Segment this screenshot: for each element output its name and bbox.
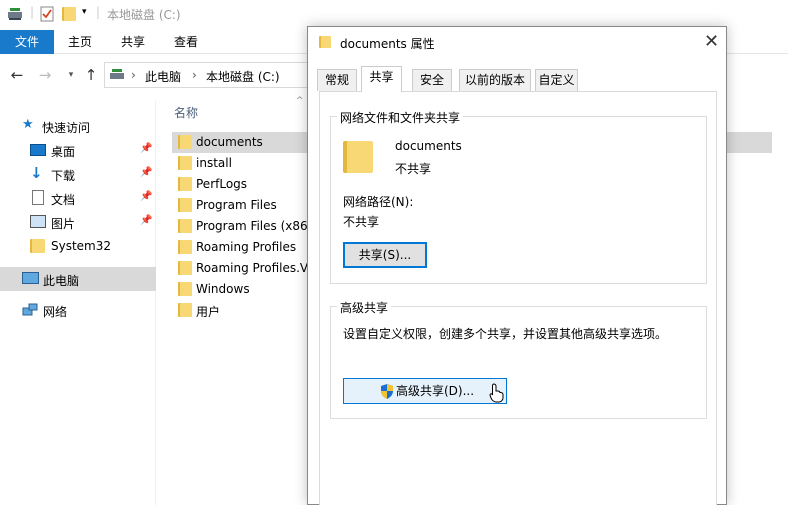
properties-check-icon[interactable] xyxy=(40,6,54,22)
share-status: 不共享 xyxy=(395,162,432,176)
star-icon: ★ xyxy=(22,117,34,132)
drive-icon xyxy=(110,69,124,79)
folder-icon xyxy=(178,240,192,254)
address-bar[interactable]: › 此电脑 › 本地磁盘 (C:) xyxy=(104,62,314,88)
sort-up-chevron-icon[interactable]: ^ xyxy=(296,96,304,106)
nav-item-this-pc[interactable]: 此电脑 xyxy=(0,267,156,291)
pin-icon: 📌 xyxy=(140,167,153,178)
folder-icon xyxy=(343,141,373,173)
advanced-sharing-group: 高级共享 设置自定义权限，创建多个共享，并设置其他高级共享选项。 高级共享(D)… xyxy=(330,299,707,419)
advanced-sharing-button[interactable]: 高级共享(D)... xyxy=(343,378,507,404)
recent-locations-chevron-icon[interactable]: ▾ xyxy=(62,66,80,84)
folder-icon xyxy=(178,303,192,317)
advanced-sharing-button-label: 高级共享(D)... xyxy=(396,384,475,398)
back-arrow-icon[interactable]: ← xyxy=(8,66,26,84)
up-arrow-icon[interactable]: ↑ xyxy=(82,66,100,84)
group-title: 高级共享 xyxy=(337,299,392,316)
pin-icon: 📌 xyxy=(140,143,153,154)
title-separator: | xyxy=(96,5,101,19)
column-header-name[interactable]: 名称 xyxy=(174,104,198,121)
nav-item-desktop[interactable]: 桌面 📌 xyxy=(0,138,156,162)
folder-icon xyxy=(30,239,45,253)
uac-shield-icon xyxy=(381,384,393,399)
download-icon: ↓ xyxy=(30,164,43,182)
forward-arrow-icon[interactable]: → xyxy=(36,66,54,84)
network-icon xyxy=(22,303,38,316)
dialog-title-bar: documents 属性 ✕ xyxy=(308,27,726,57)
breadcrumb-separator-icon: › xyxy=(131,68,136,82)
folder-icon xyxy=(178,156,192,170)
quick-access-separator: | xyxy=(30,5,35,19)
breadcrumb-separator-icon: › xyxy=(192,68,197,82)
advanced-sharing-description: 设置自定义权限，创建多个共享，并设置其他高级共享选项。 xyxy=(343,327,668,341)
nav-item-documents[interactable]: 文档 📌 xyxy=(0,186,156,210)
group-title: 网络文件和文件夹共享 xyxy=(337,109,464,126)
window-title: 本地磁盘 (C:) xyxy=(107,8,181,22)
share-button[interactable]: 共享(S)... xyxy=(343,242,427,268)
drive-properties-icon[interactable] xyxy=(6,6,24,22)
picture-icon xyxy=(30,215,46,228)
folder-icon xyxy=(319,36,331,48)
sharing-tab-panel: 网络文件和文件夹共享 documents 不共享 网络路径(N): 不共享 共享… xyxy=(319,91,717,505)
pin-icon: 📌 xyxy=(140,191,153,202)
nav-item-quick-access[interactable]: ★ 快速访问 xyxy=(0,114,156,138)
breadcrumb-this-pc[interactable]: 此电脑 xyxy=(145,68,181,85)
new-folder-icon[interactable] xyxy=(62,7,76,21)
pin-icon: 📌 xyxy=(140,215,153,226)
folder-icon xyxy=(178,219,192,233)
nav-item-system32[interactable]: System32 xyxy=(0,234,156,258)
network-sharing-group: 网络文件和文件夹共享 documents 不共享 网络路径(N): 不共享 共享… xyxy=(330,109,707,284)
tab-customize[interactable]: 自定义 xyxy=(535,69,578,91)
nav-item-downloads[interactable]: ↓ 下载 📌 xyxy=(0,162,156,186)
tab-general[interactable]: 常规 xyxy=(317,69,357,91)
tab-sharing[interactable]: 共享 xyxy=(361,66,402,92)
ribbon-tab-view[interactable]: 查看 xyxy=(166,30,206,54)
customize-quick-access-chevron-icon[interactable]: ▾ xyxy=(82,7,87,23)
breadcrumb-local-disk[interactable]: 本地磁盘 (C:) xyxy=(206,68,280,85)
desktop-icon xyxy=(30,144,46,156)
folder-icon xyxy=(178,198,192,212)
close-icon[interactable]: ✕ xyxy=(704,31,719,52)
dialog-title: documents 属性 xyxy=(340,37,435,51)
properties-dialog: documents 属性 ✕ 常规 共享 安全 以前的版本 自定义 网络文件和文… xyxy=(307,26,727,505)
folder-icon xyxy=(178,282,192,296)
hand-cursor-icon xyxy=(489,383,504,403)
document-icon xyxy=(32,190,44,205)
computer-icon xyxy=(22,272,39,284)
network-path-label: 网络路径(N): xyxy=(343,195,414,209)
nav-item-pictures[interactable]: 图片 📌 xyxy=(0,210,156,234)
ribbon-tab-file[interactable]: 文件 xyxy=(0,30,54,54)
network-path-value: 不共享 xyxy=(343,215,380,229)
shared-folder-name: documents xyxy=(395,139,462,153)
folder-icon xyxy=(178,135,192,149)
screen: | ▾ | 本地磁盘 (C:) 文件 主页 共享 查看 ← → ▾ ↑ › 此电… xyxy=(0,0,788,505)
ribbon-tab-home[interactable]: 主页 xyxy=(60,30,100,54)
folder-icon xyxy=(178,261,192,275)
tab-security[interactable]: 安全 xyxy=(412,69,452,91)
tab-previous-versions[interactable]: 以前的版本 xyxy=(459,69,531,91)
navigation-pane: ★ 快速访问 桌面 📌 ↓ 下载 📌 文档 📌 图片 📌 System32 此电… xyxy=(0,100,156,505)
nav-item-network[interactable]: 网络 xyxy=(0,298,156,322)
folder-icon xyxy=(178,177,192,191)
ribbon-tab-share[interactable]: 共享 xyxy=(113,30,153,54)
